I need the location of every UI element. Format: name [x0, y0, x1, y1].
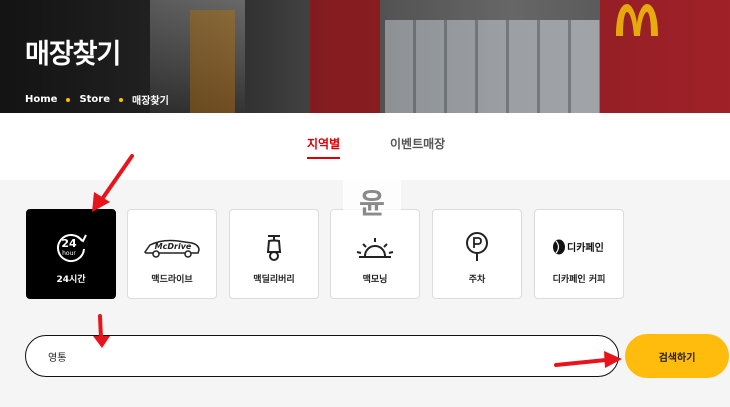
tab-region[interactable]: 지역별: [307, 135, 341, 159]
filter-label: 맥딜리버리: [253, 275, 295, 285]
search-button[interactable]: 검색하기: [625, 334, 729, 378]
tab-event-store[interactable]: 이벤트매장: [390, 135, 445, 152]
sunrise-icon: [355, 232, 395, 262]
filter-label: 24시간: [56, 275, 86, 285]
filter-label: 맥모닝: [362, 275, 388, 285]
annotation-arrow-icon: [554, 351, 622, 368]
search-input[interactable]: [48, 346, 588, 366]
mcdrive-icon-text: McDrive: [155, 242, 192, 251]
filter-mcdrive[interactable]: McDrive 맥드라이브: [127, 209, 217, 299]
annotation-arrow-icon: [93, 314, 110, 348]
filter-label: 주차: [468, 275, 486, 285]
breadcrumb-store[interactable]: Store: [79, 94, 110, 105]
24-hour-icon: 24 hour: [54, 232, 88, 262]
24-hour-icon-unit: hour: [62, 250, 76, 257]
parking-pin-icon: [464, 232, 490, 262]
annotation-arrow-icon: [92, 154, 134, 212]
breadcrumb-current: 매장찾기: [132, 96, 169, 107]
filter-label: 디카페인 커피: [552, 275, 606, 285]
breadcrumb-home[interactable]: Home: [25, 94, 57, 105]
filter-label: 맥드라이브: [151, 275, 193, 285]
filter-24-hours[interactable]: 24 hour 24시간: [26, 209, 116, 299]
page-title: 매장찾기: [25, 39, 121, 70]
breadcrumb: Home Store 매장찾기: [25, 92, 169, 107]
hero-banner: 매장찾기 Home Store 매장찾기: [0, 0, 730, 113]
filter-parking[interactable]: 주차: [432, 209, 522, 299]
scooter-icon: [259, 232, 289, 262]
24-hour-icon-number: 24: [61, 237, 77, 250]
breadcrumb-separator: [119, 97, 124, 102]
filter-mcdelivery[interactable]: 맥딜리버리: [229, 209, 319, 299]
filter-decaf-coffee[interactable]: 디카페인 디카페인 커피: [534, 209, 624, 299]
mcdrive-car-icon: McDrive: [142, 232, 202, 262]
breadcrumb-separator: [66, 97, 71, 102]
decaf-icon-text: 디카페인: [567, 241, 604, 254]
decaf-coffee-icon: 디카페인: [551, 232, 607, 262]
watermark: 윤: [343, 174, 401, 229]
